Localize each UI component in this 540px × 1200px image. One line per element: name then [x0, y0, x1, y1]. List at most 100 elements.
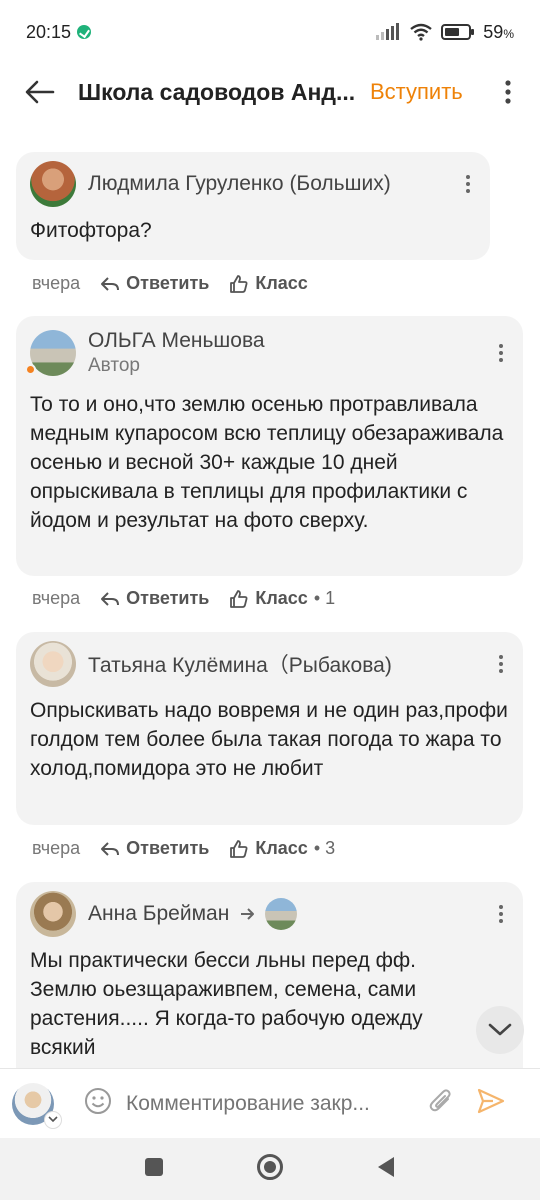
paperclip-icon — [429, 1089, 451, 1112]
reply-label: Ответить — [126, 588, 210, 608]
dot-icon — [466, 175, 470, 179]
author-block: Татьяна Кулёмина（Рыбакова) — [88, 649, 392, 679]
home-button[interactable] — [256, 1153, 284, 1186]
system-nav-bar — [0, 1138, 540, 1200]
dot-icon — [499, 919, 503, 923]
dot-icon — [499, 358, 503, 362]
online-status-badge — [25, 364, 36, 375]
join-button[interactable]: Вступить — [370, 79, 463, 105]
send-icon — [477, 1088, 505, 1114]
chevron-down-icon — [488, 1023, 512, 1036]
status-notification-icon — [77, 25, 92, 39]
author-name[interactable]: Татьяна Кулёмина（Рыбакова) — [88, 649, 392, 679]
comment-card: Людмила Гуруленко (Больших) Фитофтора? — [16, 152, 490, 260]
reply-arrow-icon — [101, 276, 120, 291]
avatar[interactable] — [30, 330, 76, 376]
send-button[interactable] — [476, 1087, 506, 1120]
comment-time: вчера — [32, 588, 81, 608]
like-button[interactable]: Класс — [229, 588, 308, 609]
dot-icon — [499, 669, 503, 673]
reply-to-arrow-icon — [241, 908, 255, 920]
reply-label: Ответить — [126, 838, 210, 858]
comment-menu-button[interactable] — [497, 344, 509, 362]
comment-card: ОЛЬГА Меньшова Автор То то и оно,что зем… — [16, 316, 523, 576]
avatar[interactable] — [30, 891, 76, 937]
like-label: Класс — [255, 273, 308, 293]
dot-icon — [466, 182, 470, 186]
avatar[interactable] — [30, 161, 76, 207]
home-circle-icon — [257, 1153, 283, 1180]
chevron-down-icon — [48, 1116, 58, 1123]
author-block: ОЛЬГА Меньшова Автор — [88, 329, 265, 377]
recent-apps-button[interactable] — [144, 1157, 164, 1182]
wifi-icon — [410, 23, 433, 41]
comment-card: Татьяна Кулёмина（Рыбакова) Опрыскивать н… — [16, 632, 523, 825]
comment-card: Анна Брейман Мы практически бесси льны п… — [16, 882, 523, 1068]
comment-actions: вчера Ответить Класс — [32, 273, 308, 294]
status-icons: 59% — [375, 22, 514, 43]
comment-text: Мы практически бесси льны перед фф. Земл… — [30, 949, 423, 1059]
thumbs-up-icon — [230, 839, 248, 858]
reply-to-avatar[interactable] — [265, 898, 298, 930]
dot-icon — [499, 905, 503, 909]
attach-button[interactable] — [428, 1087, 454, 1120]
comment-header: ОЛЬГА Меньшова Автор — [30, 316, 509, 390]
vertical-dots-icon — [505, 80, 511, 104]
back-nav-button[interactable] — [376, 1155, 396, 1184]
dot-icon — [466, 189, 470, 193]
emoji-button[interactable] — [84, 1087, 112, 1120]
signal-icon — [376, 23, 400, 40]
scroll-down-button[interactable] — [476, 1006, 524, 1054]
avatar-switch[interactable] — [44, 1110, 62, 1129]
battery-level: 59% — [483, 21, 514, 42]
comment-text: Опрыскивать надо вовремя и не один раз,п… — [30, 699, 508, 780]
author-block: Анна Брейман — [88, 898, 298, 930]
comment-menu-button[interactable] — [497, 905, 509, 923]
comment-text: То то и оно,что землю осенью протравлива… — [30, 393, 504, 532]
comment-actions: вчера Ответить Класс • 3 — [32, 838, 335, 859]
back-button[interactable] — [20, 72, 60, 112]
thumbs-up-icon — [230, 274, 248, 293]
comment-actions: вчера Ответить Класс • 1 — [32, 588, 335, 609]
reply-button[interactable]: Ответить — [100, 588, 209, 609]
like-label: Класс — [255, 588, 308, 608]
smile-icon — [85, 1088, 111, 1114]
reply-label: Ответить — [126, 273, 210, 293]
arrow-left-icon — [25, 80, 55, 104]
dot-icon — [499, 655, 503, 659]
header-menu-button[interactable] — [498, 72, 518, 112]
group-title[interactable]: Школа садоводов Анд... — [78, 79, 356, 106]
status-bar: 20:15 59% — [0, 0, 540, 64]
battery-icon — [441, 24, 475, 40]
my-avatar[interactable] — [12, 1082, 62, 1129]
avatar[interactable] — [30, 641, 76, 687]
author-block: Людмила Гуруленко (Больших) — [88, 172, 391, 196]
dot-icon — [499, 344, 503, 348]
comment-header: Анна Брейман — [30, 882, 509, 946]
comment-time: вчера — [32, 273, 81, 293]
reply-arrow-icon — [101, 591, 120, 606]
dot-icon — [499, 912, 503, 916]
author-name[interactable]: Людмила Гуруленко (Больших) — [88, 172, 391, 196]
comment-menu-button[interactable] — [497, 655, 509, 673]
like-button[interactable]: Класс — [229, 838, 308, 859]
comment-menu-button[interactable] — [464, 175, 476, 193]
comment-composer — [0, 1068, 540, 1138]
like-label: Класс — [255, 838, 308, 858]
status-time: 20:15 — [26, 21, 72, 42]
like-count: • 1 — [313, 588, 336, 608]
comment-time: вчера — [32, 838, 81, 858]
reply-button[interactable]: Ответить — [100, 273, 209, 294]
author-name[interactable]: ОЛЬГА Меньшова — [88, 329, 265, 353]
thumbs-up-icon — [230, 589, 248, 608]
triangle-back-icon — [378, 1156, 394, 1177]
author-name[interactable]: Анна Брейман — [88, 902, 229, 926]
dot-icon — [499, 351, 503, 355]
comment-input[interactable] — [126, 1091, 410, 1116]
like-button[interactable]: Класс — [229, 273, 308, 294]
reply-arrow-icon — [101, 841, 120, 856]
comment-text: Фитофтора? — [30, 219, 152, 242]
square-icon — [145, 1157, 163, 1176]
top-bar: Школа садоводов Анд... Вступить — [0, 64, 540, 120]
reply-button[interactable]: Ответить — [100, 838, 209, 859]
